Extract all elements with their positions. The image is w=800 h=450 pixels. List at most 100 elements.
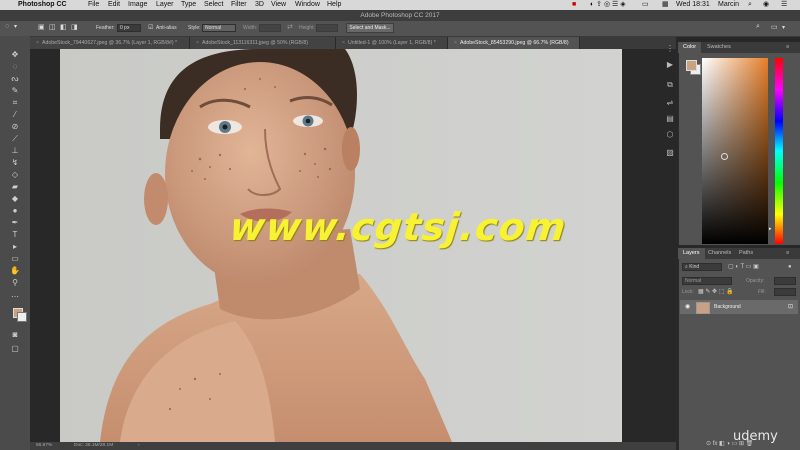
properties-panel-icon[interactable]: ⧉ xyxy=(665,80,675,90)
layer-row-background[interactable]: ◉ Background ⊡ xyxy=(680,300,798,314)
opacity-input[interactable] xyxy=(774,277,796,285)
new-selection-icon[interactable]: ▣ xyxy=(38,23,45,31)
foreground-color-chip[interactable] xyxy=(686,60,697,71)
healing-brush-icon[interactable]: ⊘ xyxy=(9,122,21,131)
height-input[interactable] xyxy=(316,24,338,32)
close-icon[interactable]: × xyxy=(454,40,457,46)
tab-paths[interactable]: Paths xyxy=(734,248,758,259)
hue-slider-handle[interactable]: ▸ xyxy=(769,226,772,232)
eraser-tool-icon[interactable]: ◇ xyxy=(9,170,21,179)
quick-mask-icon[interactable]: ◙ xyxy=(9,330,21,339)
spotlight-icon[interactable]: ⌕ xyxy=(748,0,752,10)
menu-type[interactable]: Type xyxy=(181,0,196,10)
tab-layers[interactable]: Layers xyxy=(678,248,705,259)
notifications-icon[interactable]: ☰ xyxy=(781,0,787,10)
brush-tool-icon[interactable]: ⟋ xyxy=(9,134,21,143)
adjustments-panel-icon[interactable]: ⇌ xyxy=(665,98,675,108)
actions-play-icon[interactable]: ▶ xyxy=(665,60,675,70)
visibility-eye-icon[interactable]: ◉ xyxy=(685,300,690,314)
picker-cursor[interactable] xyxy=(721,153,728,160)
flag-icon[interactable]: ▦ xyxy=(662,0,669,10)
pen-tool-icon[interactable]: ✒ xyxy=(9,218,21,227)
user-name[interactable]: Marcin xyxy=(718,0,739,10)
hand-tool-icon[interactable]: ✋ xyxy=(9,266,21,275)
libraries-panel-icon[interactable]: ▤ xyxy=(665,114,675,124)
lasso-tool-icon[interactable]: ᔓ xyxy=(9,74,21,83)
type-tool-icon[interactable]: T xyxy=(9,230,21,239)
gradient-tool-icon[interactable]: ▰ xyxy=(9,182,21,191)
status-icons[interactable]: ◐ ⇪ ◎ ☰ ◈ xyxy=(590,0,626,10)
tab-document-2[interactable]: × AdobeStock_113116311.jpeg @ 50% (RGB/8) xyxy=(190,37,336,49)
marquee-tool-icon[interactable]: ◌ xyxy=(9,62,21,71)
zoom-level[interactable]: 66.67% xyxy=(36,442,52,450)
close-icon[interactable]: × xyxy=(196,40,199,46)
tab-channels[interactable]: Channels xyxy=(703,248,736,259)
panel-menu-icon[interactable]: ≡ xyxy=(786,42,789,53)
feather-input[interactable]: 0 px xyxy=(117,24,141,32)
menu-view[interactable]: View xyxy=(271,0,286,10)
close-icon[interactable]: × xyxy=(36,40,39,46)
tab-document-3[interactable]: × Untitled-1 @ 100% (Layer 1, RGB/8) * xyxy=(336,37,448,49)
history-panel-icon[interactable]: ⋮ xyxy=(665,44,675,54)
fill-input[interactable] xyxy=(774,288,796,296)
filter-toggle-icon[interactable]: ● xyxy=(788,263,792,272)
kind-filter-select[interactable]: ⌕ Kind xyxy=(682,263,722,271)
blur-tool-icon[interactable]: ◆ xyxy=(9,194,21,203)
more-tools-icon[interactable]: ⋯ xyxy=(9,292,21,301)
marquee-tool-icon[interactable]: ◌ xyxy=(5,23,9,30)
move-tool-icon[interactable]: ✥ xyxy=(9,50,21,59)
subtract-selection-icon[interactable]: ◧ xyxy=(60,23,67,31)
menu-filter[interactable]: Filter xyxy=(231,0,247,10)
eyedropper-tool-icon[interactable]: ⁄ xyxy=(9,110,21,119)
background-color-swatch[interactable] xyxy=(17,312,27,322)
search-icon[interactable]: ⌕ xyxy=(756,23,760,31)
clone-stamp-icon[interactable]: ⊥ xyxy=(9,146,21,155)
menu-window[interactable]: Window xyxy=(295,0,320,10)
rectangle-tool-icon[interactable]: ▭ xyxy=(9,254,21,263)
select-and-mask-button[interactable]: Select and Mask... xyxy=(346,23,394,33)
menu-file[interactable]: File xyxy=(88,0,99,10)
history-brush-icon[interactable]: ↯ xyxy=(9,158,21,167)
color-picker-field[interactable] xyxy=(702,58,768,244)
crop-tool-icon[interactable]: ⌗ xyxy=(9,98,21,107)
style-select[interactable]: Normal xyxy=(202,24,236,32)
path-select-icon[interactable]: ▸ xyxy=(9,242,21,251)
workspace-icon[interactable]: ▭ xyxy=(771,23,778,31)
antialias-checkbox[interactable]: ☑ xyxy=(148,24,153,31)
swap-icon[interactable]: ⇄ xyxy=(287,23,293,31)
filter-icons[interactable]: ▢ ◐ T ▭ ▣ xyxy=(728,263,759,272)
menu-select[interactable]: Select xyxy=(204,0,223,10)
3d-panel-icon[interactable]: ⬡ xyxy=(665,130,675,140)
dodge-tool-icon[interactable]: ● xyxy=(9,206,21,215)
lock-icons[interactable]: ▦ ✎ ✥ ⬚ 🔒 xyxy=(698,288,734,297)
tool-preset-chevron-icon[interactable]: ▾ xyxy=(14,23,17,30)
width-input[interactable] xyxy=(259,24,281,32)
siri-icon[interactable]: ◉ xyxy=(763,0,769,10)
record-icon[interactable]: ■ xyxy=(572,0,576,10)
quick-select-tool-icon[interactable]: ✎ xyxy=(9,86,21,95)
clock[interactable]: Wed 18:31 xyxy=(676,0,710,10)
tab-color[interactable]: Color xyxy=(678,42,702,53)
add-selection-icon[interactable]: ◫ xyxy=(49,23,56,31)
tab-document-4[interactable]: × AdobeStock_85453290.jpeg @ 66.7% (RGB/8… xyxy=(448,37,580,49)
tab-swatches[interactable]: Swatches xyxy=(702,42,736,53)
app-menu[interactable]: Photoshop CC xyxy=(18,0,67,10)
panel-menu-icon[interactable]: ≡ xyxy=(786,248,789,259)
menu-image[interactable]: Image xyxy=(128,0,147,10)
screen-mode-icon[interactable]: ▢ xyxy=(9,344,21,353)
brush-panel-icon[interactable]: ▨ xyxy=(665,148,675,158)
hue-slider[interactable] xyxy=(775,58,783,244)
close-icon[interactable]: × xyxy=(342,40,345,46)
battery-icon[interactable]: ▭ xyxy=(642,0,649,10)
menu-3d[interactable]: 3D xyxy=(255,0,264,10)
status-arrow-icon[interactable]: › xyxy=(138,442,140,450)
lock-icon[interactable]: ⊡ xyxy=(788,300,793,314)
menu-help[interactable]: Help xyxy=(327,0,341,10)
zoom-tool-icon[interactable]: ⚲ xyxy=(9,278,21,287)
menu-layer[interactable]: Layer xyxy=(156,0,174,10)
layer-name[interactable]: Background xyxy=(714,300,741,314)
workspace-chevron-icon[interactable]: ▾ xyxy=(782,24,785,31)
intersect-selection-icon[interactable]: ◨ xyxy=(71,23,78,31)
menu-edit[interactable]: Edit xyxy=(108,0,120,10)
blend-mode-select[interactable]: Normal xyxy=(682,277,732,285)
